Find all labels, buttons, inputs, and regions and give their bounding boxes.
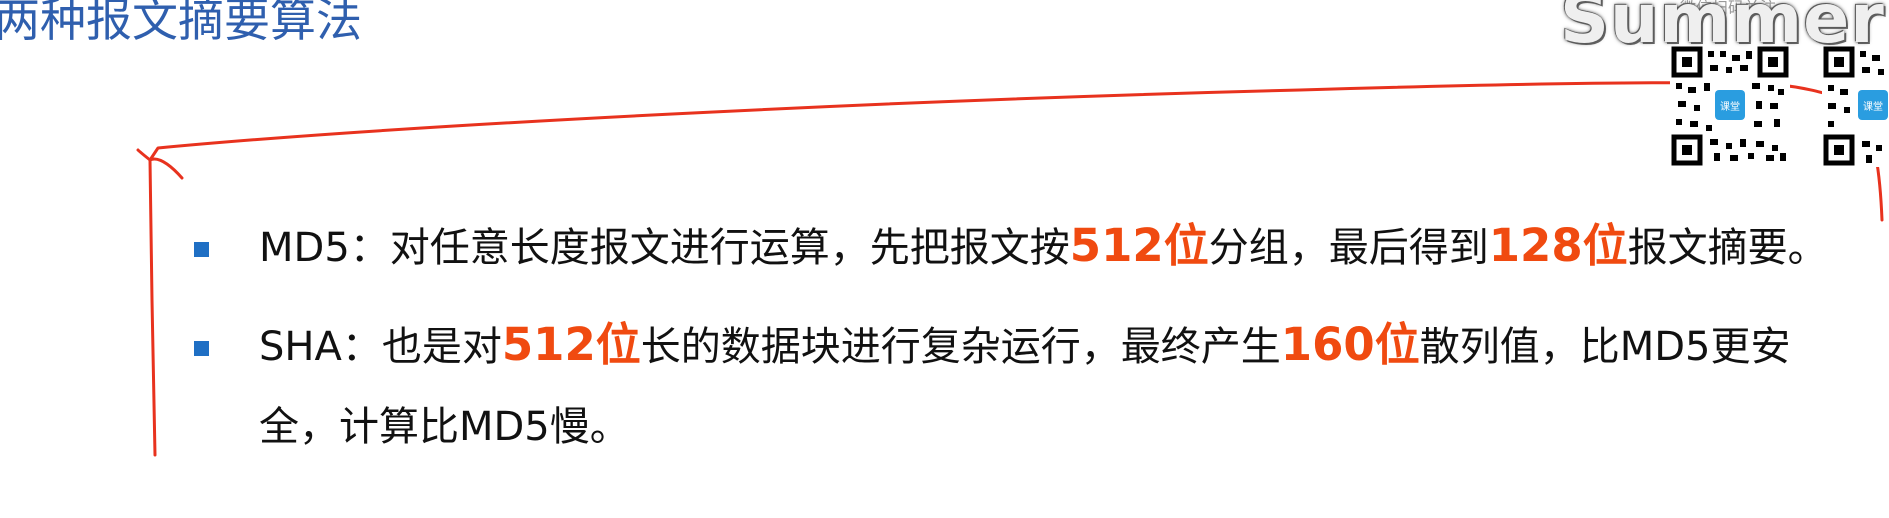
bullet-text-continuation: 全，计算比MD5慢。 [259,404,630,450]
bullet-text-part: MD5：对任意长度报文进行运算，先把报文按 [259,225,1070,271]
highlight-value: 512位 [1069,219,1209,272]
watermark-logo: Summer [1560,0,1885,59]
qr-code-image-secondary[interactable]: 课堂 [1822,45,1889,167]
highlight-value: 512位 [501,318,641,371]
bullet-text-part: 分组，最后得到 [1208,225,1489,271]
bullet-text-part: 报文摘要。 [1627,225,1828,271]
qr-code-image[interactable]: 课堂 [1670,45,1790,167]
bullet-text-part: 长的数据块进行复杂运行，最终产生 [640,324,1281,370]
bullet-square-icon [194,341,209,356]
bullet-square-icon [194,242,209,257]
bullet-text: MD5：对任意长度报文进行运算，先把报文按512位分组，最后得到128位报文摘要… [259,198,1828,296]
highlight-value: 160位 [1280,318,1420,371]
bullet-text-part: 散列值，比MD5更安 [1419,324,1791,370]
highlight-value: 128位 [1488,219,1628,272]
qr-badge-label: 课堂 [1720,101,1740,113]
bullet-text-part: SHA：也是对 [259,324,502,370]
qr-badge-label: 课堂 [1863,101,1883,113]
